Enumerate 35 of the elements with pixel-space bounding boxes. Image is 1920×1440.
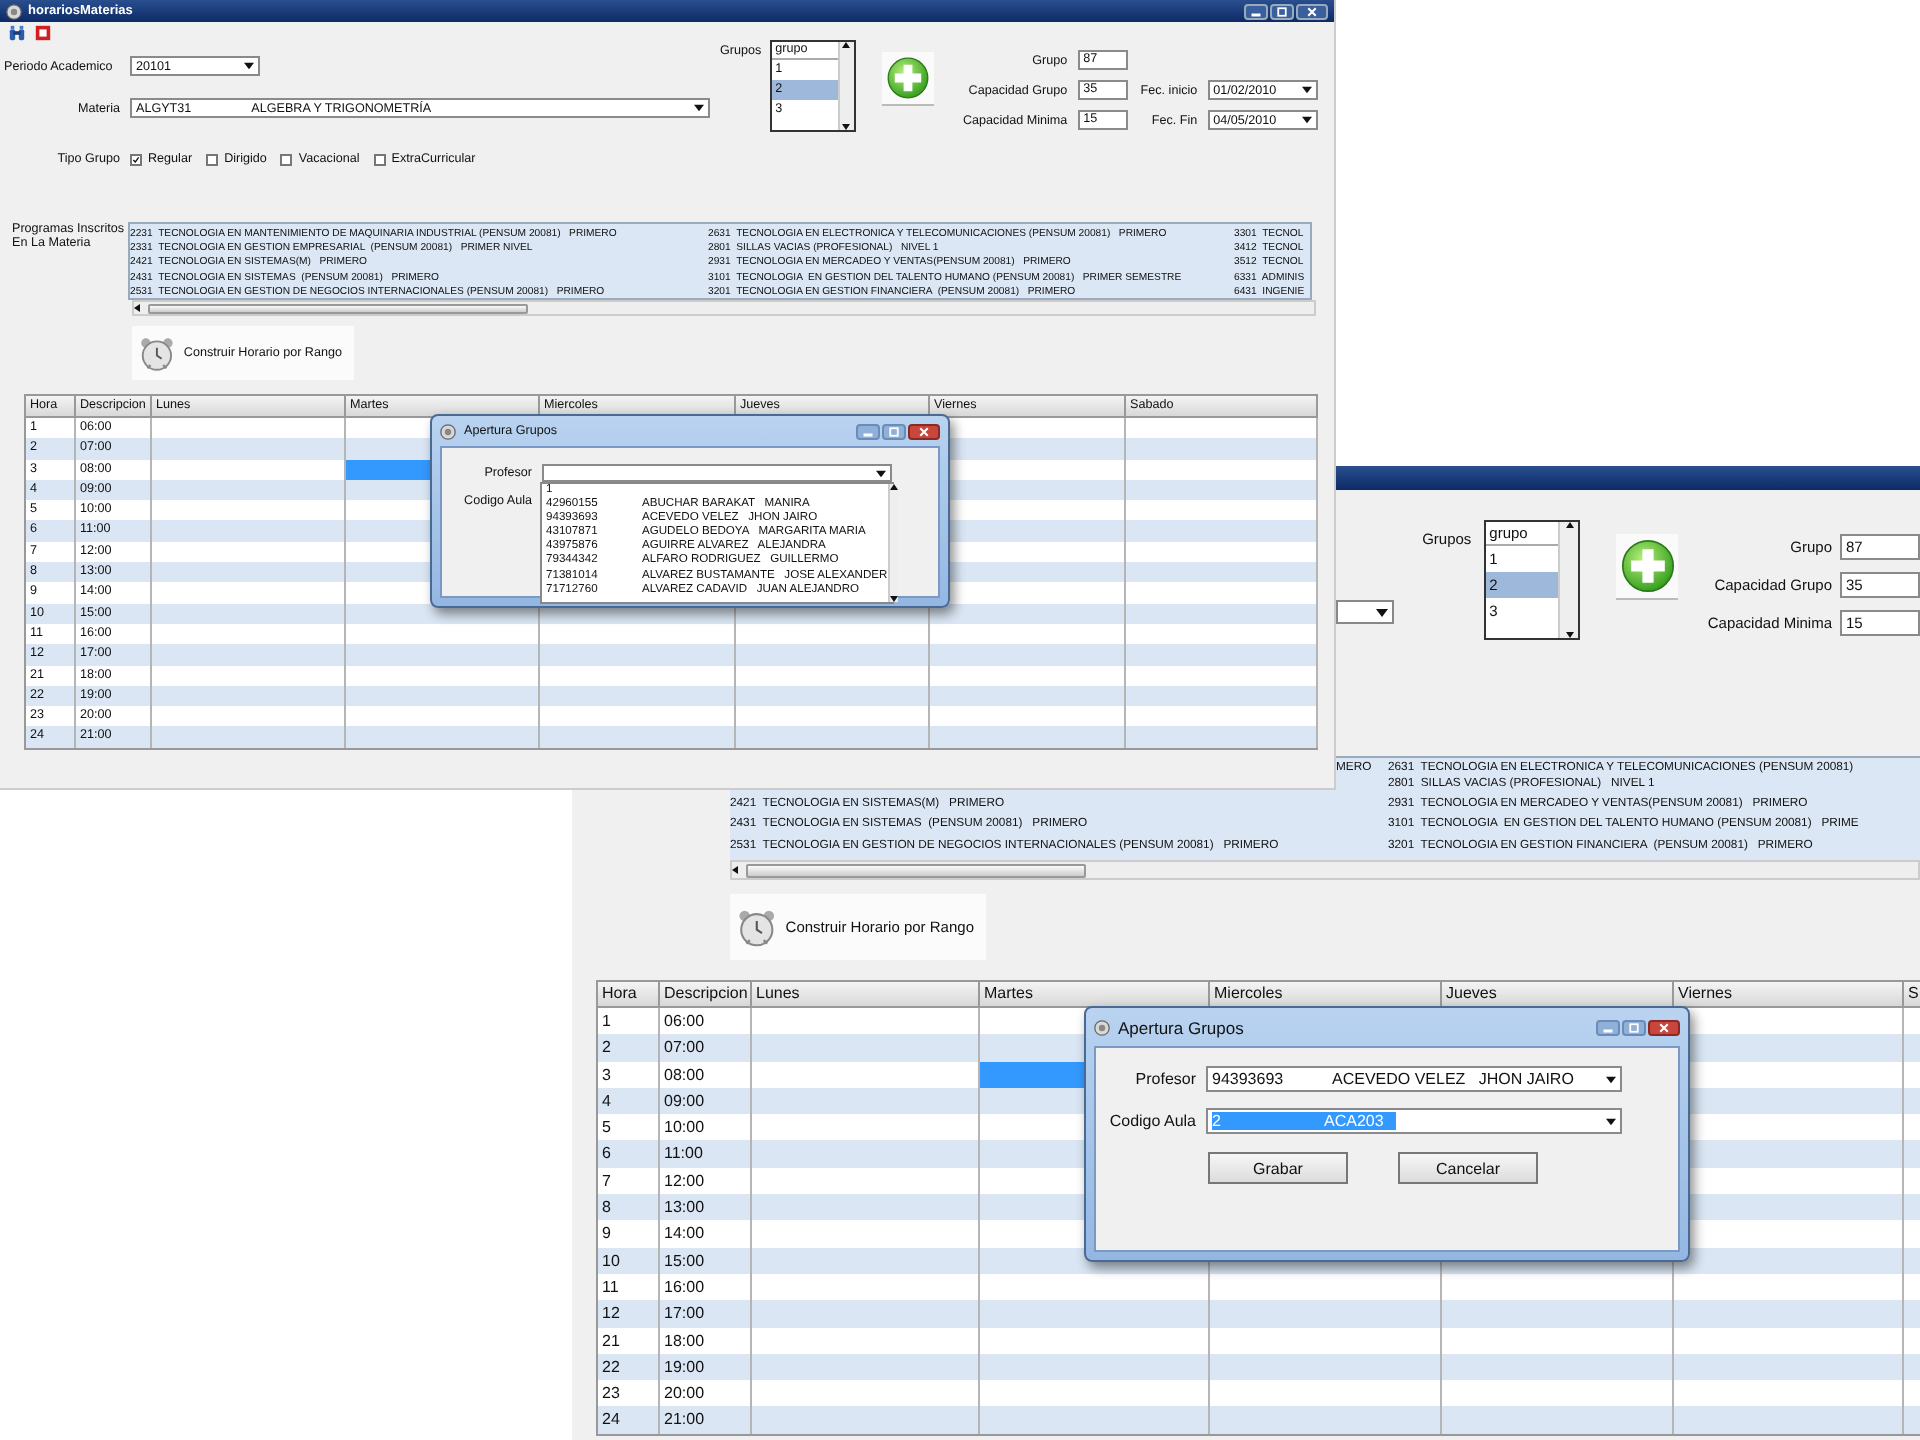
table-cell: 17:00 [660,1300,752,1328]
table-cell: 9 [598,1220,660,1248]
table-cell: 10 [598,1247,660,1274]
table-cell: 19:00 [660,1353,752,1381]
table-cell: 21:00 [660,1406,752,1434]
table-cell: 13:00 [660,1194,752,1221]
table-cell: 10:00 [660,1114,752,1141]
table-cell: 2 [598,1034,660,1062]
table-cell: 3 [598,1061,660,1088]
table-cell: 23 [598,1380,660,1407]
table-cell: 11 [598,1273,660,1301]
table-cell: 8 [598,1194,660,1221]
table-cell: 11:00 [660,1140,752,1168]
table-cell: 6 [598,1140,660,1168]
table-cell: 12 [598,1300,660,1328]
table-cell: 07:00 [660,1034,752,1062]
table-cell: 1 [598,1008,660,1035]
table-cell: 15:00 [660,1247,752,1274]
field-label: Codigo Aula [1107,1112,1196,1130]
table-cell: 18:00 [660,1327,752,1354]
table-cell: 09:00 [660,1087,752,1115]
table-cell: 20:00 [660,1380,752,1407]
table-cell: 7 [598,1167,660,1195]
table-cell: 22 [598,1353,660,1381]
table-cell: 06:00 [660,1008,752,1035]
table-cell: 08:00 [660,1061,752,1088]
table-cell: 16:00 [660,1273,752,1301]
dialog-title: Apertura Grupos [1118,1017,1244,1037]
table-cell: 14:00 [660,1220,752,1248]
table-cell: 4 [598,1087,660,1115]
table-cell: 5 [598,1114,660,1141]
table-cell: 24 [598,1406,660,1434]
table-cell: 21 [598,1327,660,1354]
field-label: Profesor [1133,1070,1196,1088]
table-cell: 12:00 [660,1167,752,1195]
